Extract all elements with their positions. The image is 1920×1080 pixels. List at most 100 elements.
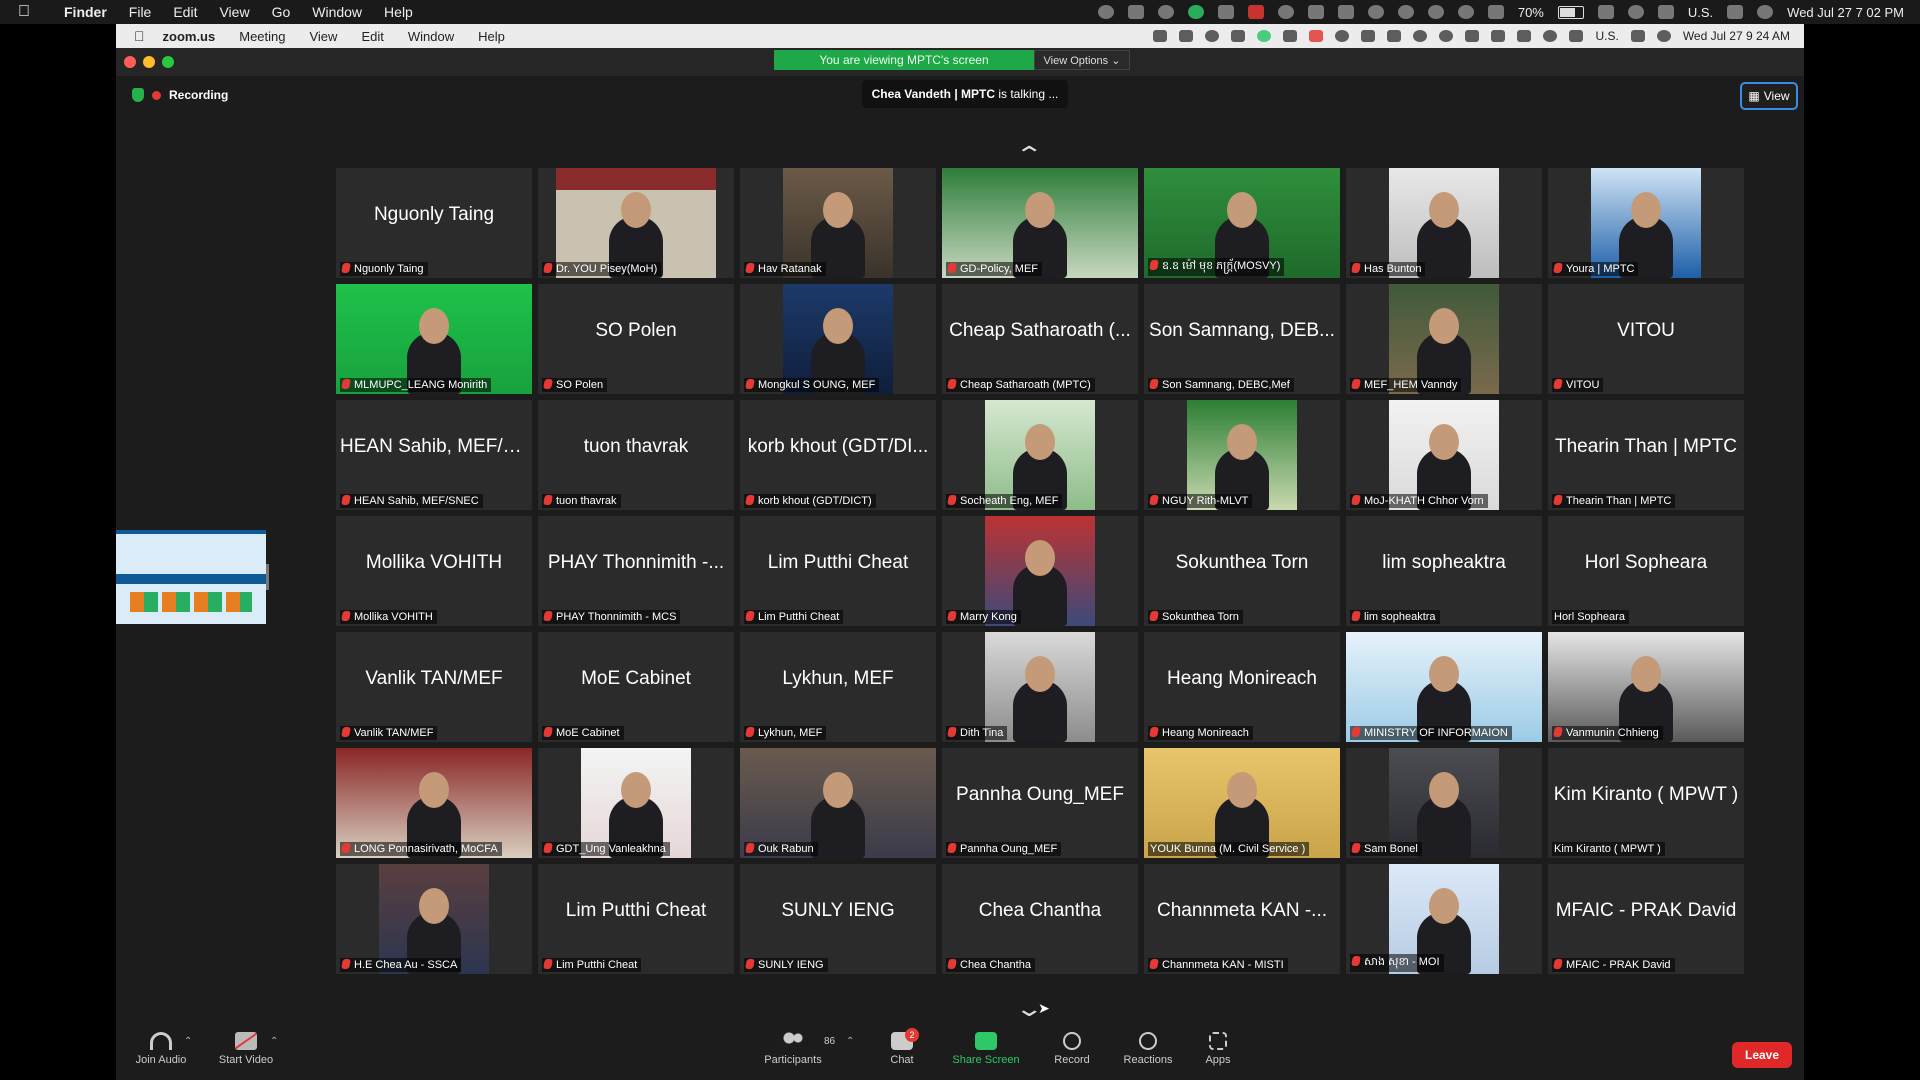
fullscreen-window-button[interactable] xyxy=(162,56,174,68)
participant-tile[interactable]: Hav Ratanak xyxy=(740,168,936,278)
participant-tile[interactable]: Dith Tina xyxy=(942,632,1138,742)
participant-tile[interactable]: MoJ-KHATH Chhor Vorn xyxy=(1346,400,1542,510)
reactions-button[interactable]: Reactions xyxy=(1116,1032,1180,1066)
participant-tile[interactable]: Heang Monireach Heang Monireach xyxy=(1144,632,1340,742)
participant-tile[interactable]: Sam Bonel xyxy=(1346,748,1542,858)
participant-tile[interactable]: Sokunthea Torn Sokunthea Torn xyxy=(1144,516,1340,626)
participant-tile[interactable]: ឧ.ឧ ម៉ៅ មុខ ភក្ដ្រ័(MOSVY) xyxy=(1144,168,1340,278)
participant-tile[interactable]: tuon thavrak tuon thavrak xyxy=(538,400,734,510)
play-icon[interactable] xyxy=(1397,5,1414,19)
participants-chevron-icon[interactable]: ⌃ xyxy=(846,1036,854,1047)
share-screen-button[interactable]: Share Screen xyxy=(946,1032,1026,1066)
status-app-icon[interactable] xyxy=(1097,5,1114,19)
participant-tile[interactable]: NGUY Rith-MLVT xyxy=(1144,400,1340,510)
minimize-window-button[interactable] xyxy=(143,56,155,68)
participant-tile[interactable]: Lykhun, MEF Lykhun, MEF xyxy=(740,632,936,742)
participant-tile[interactable]: Nguonly Taing Nguonly Taing xyxy=(336,168,532,278)
menu-app-finder[interactable]: Finder xyxy=(64,4,107,20)
volume-icon[interactable] xyxy=(1217,5,1234,19)
airdrop-icon[interactable] xyxy=(1457,5,1474,19)
participant-tile[interactable]: lim sopheaktra lim sopheaktra xyxy=(1346,516,1542,626)
menu-help[interactable]: Help xyxy=(384,4,413,20)
menu-file[interactable]: File xyxy=(129,4,152,20)
participant-tile[interactable]: Cheap Satharoath (... Cheap Satharoath (M… xyxy=(942,284,1138,394)
menu-edit[interactable]: Edit xyxy=(173,4,197,20)
participant-tile[interactable]: MoE Cabinet MoE Cabinet xyxy=(538,632,734,742)
status-app-icon[interactable] xyxy=(1427,5,1444,19)
participant-tile[interactable]: Has Bunton xyxy=(1346,168,1542,278)
participant-tile[interactable]: Lim Putthi Cheat Lim Putthi Cheat xyxy=(740,516,936,626)
participant-tile[interactable]: YOUK Bunna (M. Civil Service ) xyxy=(1144,748,1340,858)
shared-screen-thumbnail[interactable] xyxy=(116,530,266,624)
participant-tile[interactable]: Vanlik TAN/MEF Vanlik TAN/MEF xyxy=(336,632,532,742)
status-app-icon[interactable] xyxy=(1247,5,1264,19)
participant-tile[interactable]: Ouk Rabun xyxy=(740,748,936,858)
record-button[interactable]: Record xyxy=(1046,1032,1098,1066)
wifi-icon[interactable] xyxy=(1597,5,1614,19)
status-app-icon[interactable] xyxy=(1307,5,1324,19)
participant-tile[interactable]: Dr. YOU Pisey(MoH) xyxy=(538,168,734,278)
video-options-chevron-icon[interactable]: ⌃ xyxy=(270,1036,278,1047)
status-app-icon[interactable] xyxy=(1127,5,1144,19)
participant-tile[interactable]: Marry Kong xyxy=(942,516,1138,626)
participant-tile[interactable]: Mongkul S OUNG, MEF xyxy=(740,284,936,394)
security-shield-icon[interactable] xyxy=(132,88,144,102)
chat-button[interactable]: 2 Chat xyxy=(882,1028,922,1066)
close-window-button[interactable] xyxy=(124,56,136,68)
participant-tile[interactable]: Horl Sopheara Horl Sopheara xyxy=(1548,516,1744,626)
shield-icon[interactable] xyxy=(1277,5,1294,19)
participant-tile[interactable]: MLMUPC_LEANG Monirith xyxy=(336,284,532,394)
participant-tile[interactable]: Socheath Eng, MEF xyxy=(942,400,1138,510)
menu-view[interactable]: View xyxy=(219,4,249,20)
menu-window[interactable]: Window xyxy=(312,4,362,20)
participant-tile[interactable]: Chea Chantha Chea Chantha xyxy=(942,864,1138,974)
leave-meeting-button[interactable]: Leave xyxy=(1732,1042,1792,1068)
bluetooth-icon[interactable] xyxy=(1487,5,1504,19)
participants-button[interactable]: Participants xyxy=(760,1032,826,1066)
menu-go[interactable]: Go xyxy=(272,4,291,20)
cloud-icon[interactable] xyxy=(1337,5,1354,19)
user-icon[interactable] xyxy=(1627,5,1644,19)
participant-tile[interactable]: Lim Putthi Cheat Lim Putthi Cheat xyxy=(538,864,734,974)
recording-indicator[interactable]: Recording xyxy=(132,88,228,102)
input-source[interactable]: U.S. xyxy=(1688,5,1713,20)
participant-tile[interactable]: SUNLY IENG SUNLY IENG xyxy=(740,864,936,974)
participant-tile[interactable]: HEAN Sahib, MEF/S... HEAN Sahib, MEF/SNEC xyxy=(336,400,532,510)
apps-button[interactable]: Apps xyxy=(1198,1032,1238,1066)
globe-icon[interactable] xyxy=(1367,5,1384,19)
participant-tile[interactable]: Mollika VOHITH Mollika VOHITH xyxy=(336,516,532,626)
participant-tile[interactable]: Son Samnang, DEB... Son Samnang, DEBC,Mef xyxy=(1144,284,1340,394)
participant-tile[interactable]: Vanmunin Chhieng xyxy=(1548,632,1744,742)
participant-tile[interactable]: សាង សុខា - MOI xyxy=(1346,864,1542,974)
participant-tile[interactable]: MFAIC - PRAK David MFAIC - PRAK David xyxy=(1548,864,1744,974)
participant-tile[interactable]: VITOU VITOU xyxy=(1548,284,1744,394)
participant-tile[interactable]: Youra | MPTC xyxy=(1548,168,1744,278)
participant-tile[interactable]: MEF_HEM Vanndy xyxy=(1346,284,1542,394)
participant-tile[interactable]: Thearin Than | MPTC Thearin Than | MPTC xyxy=(1548,400,1744,510)
participant-tile[interactable]: korb khout (GDT/DI... korb khout (GDT/DIC… xyxy=(740,400,936,510)
participant-tile[interactable]: GD-Policy, MEF xyxy=(942,168,1138,278)
control-center-icon[interactable] xyxy=(1727,5,1744,19)
participant-tile[interactable]: PHAY Thonnimith -... PHAY Thonnimith - MC… xyxy=(538,516,734,626)
participant-tile[interactable]: Pannha Oung_MEF Pannha Oung_MEF xyxy=(942,748,1138,858)
siri-icon[interactable] xyxy=(1757,5,1774,19)
participant-tile[interactable]: Channmeta KAN -... Channmeta KAN - MISTI xyxy=(1144,864,1340,974)
participant-tile[interactable]: Kim Kiranto ( MPWT ) Kim Kiranto ( MPWT ) xyxy=(1548,748,1744,858)
thumbnail-resize-handle[interactable] xyxy=(266,564,269,590)
view-layout-button[interactable]: ▦ View xyxy=(1740,82,1798,110)
status-app-icon[interactable] xyxy=(1187,5,1204,19)
audio-options-chevron-icon[interactable]: ⌃ xyxy=(184,1036,192,1047)
battery-icon[interactable] xyxy=(1557,5,1584,19)
participant-tile[interactable]: LONG Ponnasirivath, MoCFA xyxy=(336,748,532,858)
participant-tile[interactable]: H.E Chea Au - SSCA xyxy=(336,864,532,974)
muted-mic-icon xyxy=(341,727,351,737)
participant-tile[interactable]: SO Polen SO Polen xyxy=(538,284,734,394)
participant-tile[interactable]: MINISTRY OF INFORMAION xyxy=(1346,632,1542,742)
menubar-clock[interactable]: Wed Jul 27 7 02 PM xyxy=(1787,5,1904,20)
status-app-icon[interactable] xyxy=(1157,5,1174,19)
view-options-button[interactable]: View Options ⌄ xyxy=(1034,50,1130,70)
apple-menu-icon[interactable]:  xyxy=(18,3,36,21)
participant-tile[interactable]: GDT_Ung Vanleakhna xyxy=(538,748,734,858)
page-up-chevron-icon[interactable]: ⌃ xyxy=(1014,142,1044,168)
search-icon[interactable] xyxy=(1657,5,1674,19)
